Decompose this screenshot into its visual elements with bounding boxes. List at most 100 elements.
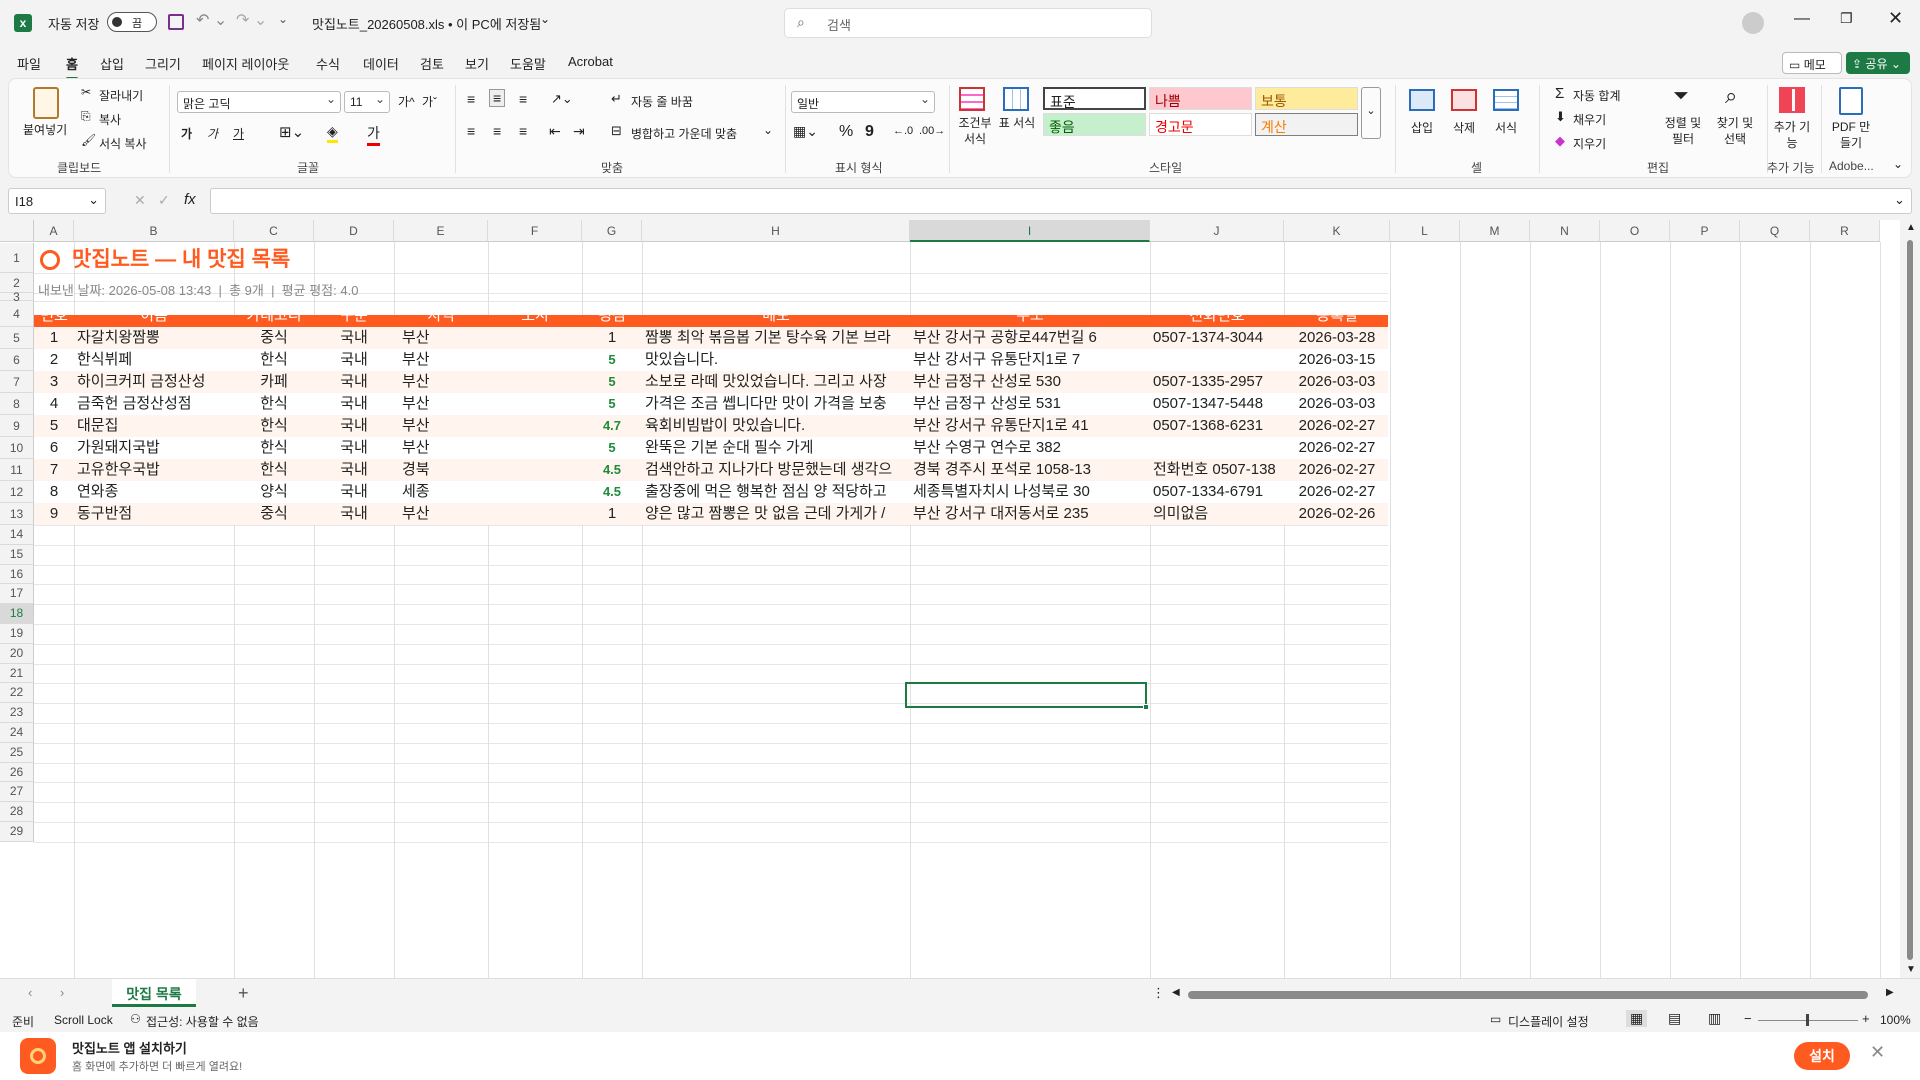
row-header-16[interactable]: 16 [0, 564, 34, 585]
page-break-view-icon[interactable]: ▥ [1708, 1010, 1721, 1027]
conditional-format-icon[interactable] [959, 87, 985, 111]
table-cell[interactable]: 카페 [234, 371, 314, 393]
row-header-26[interactable]: 26 [0, 762, 34, 783]
column-header-K[interactable]: K [1284, 220, 1390, 242]
table-cell[interactable]: 4.5 [582, 459, 642, 481]
formula-input[interactable] [210, 188, 1912, 214]
table-cell[interactable]: 하이크커피 금정산성 [74, 371, 234, 393]
tab-draw[interactable]: 그리기 [145, 54, 181, 73]
orientation-icon[interactable]: ↗⌄ [551, 91, 573, 107]
scroll-right-icon[interactable]: ▶ [1886, 987, 1894, 998]
table-cell[interactable]: 국내 [314, 393, 394, 415]
next-sheet-icon[interactable]: › [60, 985, 64, 1000]
column-header-R[interactable]: R [1810, 220, 1880, 242]
table-cell[interactable]: 한식 [234, 437, 314, 459]
table-cell[interactable]: 7 [34, 459, 74, 481]
font-size-combo[interactable]: 11 [344, 91, 390, 113]
comma-button[interactable]: 9 [865, 123, 874, 141]
table-cell[interactable]: 한식 [234, 393, 314, 415]
table-cell[interactable]: 6 [34, 437, 74, 459]
table-cell[interactable]: 8 [34, 481, 74, 503]
worksheet-grid[interactable]: ABCDEFGHIJKLMNOPQR 1 2 3 4 5 6 7 8 9 10 11 12 13 14 15… [0, 220, 1920, 978]
table-cell[interactable]: 1 [34, 327, 74, 349]
table-cell[interactable]: 5 [582, 437, 642, 459]
row-header-9[interactable]: 9 [0, 415, 34, 437]
save-icon[interactable] [168, 14, 184, 30]
table-cell[interactable]: 4.7 [582, 415, 642, 437]
table-cell[interactable] [488, 503, 582, 525]
column-header-I[interactable]: I [910, 220, 1150, 242]
clear-icon[interactable]: ◆ [1555, 133, 1565, 149]
pdf-create-icon[interactable] [1839, 87, 1863, 115]
style-bad[interactable]: 나쁨 [1149, 87, 1252, 110]
table-cell[interactable] [488, 327, 582, 349]
table-cell[interactable]: 고유한우국밥 [74, 459, 234, 481]
table-cell[interactable]: 2026-03-03 [1284, 393, 1390, 415]
row-header-24[interactable]: 24 [0, 723, 34, 743]
table-cell[interactable]: 부산 [394, 327, 488, 349]
table-cell[interactable]: 부산 금정구 산성로 531 [910, 393, 1150, 415]
table-cell[interactable] [1150, 349, 1284, 371]
row-header-8[interactable]: 8 [0, 393, 34, 415]
table-cell[interactable] [488, 437, 582, 459]
table-cell[interactable]: 중식 [234, 327, 314, 349]
row-header-11[interactable]: 11 [0, 459, 34, 481]
table-cell[interactable]: 3 [34, 371, 74, 393]
column-header-N[interactable]: N [1530, 220, 1600, 242]
clear-button[interactable]: 지우기 [1573, 135, 1606, 152]
row-header-18[interactable]: 18 [0, 604, 34, 624]
format-cells-icon[interactable] [1493, 89, 1519, 111]
selected-cell-I18[interactable] [905, 682, 1147, 708]
table-cell[interactable]: 경북 경주시 포석로 1058-13 [910, 459, 1150, 481]
table-cell[interactable]: 전화번호 0507-138 [1150, 459, 1284, 481]
table-cell[interactable]: 양은 많고 짬뽕은 맛 없음 근데 가게가 / [642, 503, 910, 525]
table-cell[interactable]: 가격은 조금 쎕니다만 맛이 가격을 보충 [642, 393, 910, 415]
more-options-icon[interactable]: ⋮ [1152, 985, 1165, 1001]
sheet-tab-active[interactable]: 맛집 목록 [112, 979, 196, 1007]
tab-acrobat[interactable]: Acrobat [568, 54, 613, 69]
table-cell[interactable] [488, 481, 582, 503]
table-cell[interactable]: 4.5 [582, 481, 642, 503]
scroll-up-icon[interactable]: ▲ [1906, 222, 1916, 233]
conditional-format-button[interactable]: 조건부 서식 [955, 115, 995, 147]
row-header-25[interactable]: 25 [0, 742, 34, 763]
decrease-decimal-icon[interactable]: .00→ [919, 125, 945, 137]
tab-formulas[interactable]: 수식 [316, 54, 340, 73]
collapse-ribbon-icon[interactable]: ⌄ [1893, 157, 1903, 171]
row-header-5[interactable]: 5 [0, 327, 34, 349]
row-header-22[interactable]: 22 [0, 683, 34, 704]
row-header-23[interactable]: 23 [0, 703, 34, 723]
row-header-7[interactable]: 7 [0, 371, 34, 393]
grow-font-icon[interactable]: 가^ [398, 93, 415, 110]
autosave-toggle[interactable]: 끔 [107, 12, 157, 32]
table-cell[interactable]: 2026-02-27 [1284, 415, 1390, 437]
style-good[interactable]: 좋음 [1043, 113, 1146, 136]
column-header-B[interactable]: B [74, 220, 234, 242]
undo-icon[interactable]: ↶ ⌄ [196, 10, 227, 30]
row-header-27[interactable]: 27 [0, 782, 34, 803]
table-cell[interactable]: 연와종 [74, 481, 234, 503]
column-header-J[interactable]: J [1150, 220, 1284, 242]
tab-data[interactable]: 데이터 [363, 54, 399, 73]
addins-icon[interactable] [1779, 87, 1805, 113]
maximize-icon[interactable]: ❐ [1840, 10, 1853, 27]
table-cell[interactable]: 1 [582, 327, 642, 349]
paste-icon[interactable] [33, 87, 59, 119]
minimize-icon[interactable]: — [1794, 10, 1810, 28]
style-calc[interactable]: 계산 [1255, 113, 1358, 136]
table-cell[interactable]: 양식 [234, 481, 314, 503]
search-box[interactable]: ⌕ 검색 [784, 8, 1152, 38]
tab-home[interactable]: 홈 [66, 54, 78, 80]
align-center-icon[interactable]: ≡ [493, 123, 501, 139]
table-cell[interactable]: 부산 수영구 연수로 382 [910, 437, 1150, 459]
redo-icon[interactable]: ↷ ⌄ [236, 10, 267, 30]
memo-button[interactable]: ▭ 메모 [1782, 52, 1842, 74]
table-cell[interactable]: 부산 강서구 대저동서로 235 [910, 503, 1150, 525]
profile-avatar[interactable] [1742, 12, 1764, 34]
display-settings-icon[interactable]: ▭ [1490, 1012, 1501, 1026]
table-cell[interactable]: 완뚝은 기본 순대 필수 가게 [642, 437, 910, 459]
table-cell[interactable]: 국내 [314, 437, 394, 459]
column-header-Q[interactable]: Q [1740, 220, 1810, 242]
align-bottom-icon[interactable]: ≡ [519, 91, 527, 107]
fill-color-icon[interactable]: ◈ [327, 123, 338, 143]
